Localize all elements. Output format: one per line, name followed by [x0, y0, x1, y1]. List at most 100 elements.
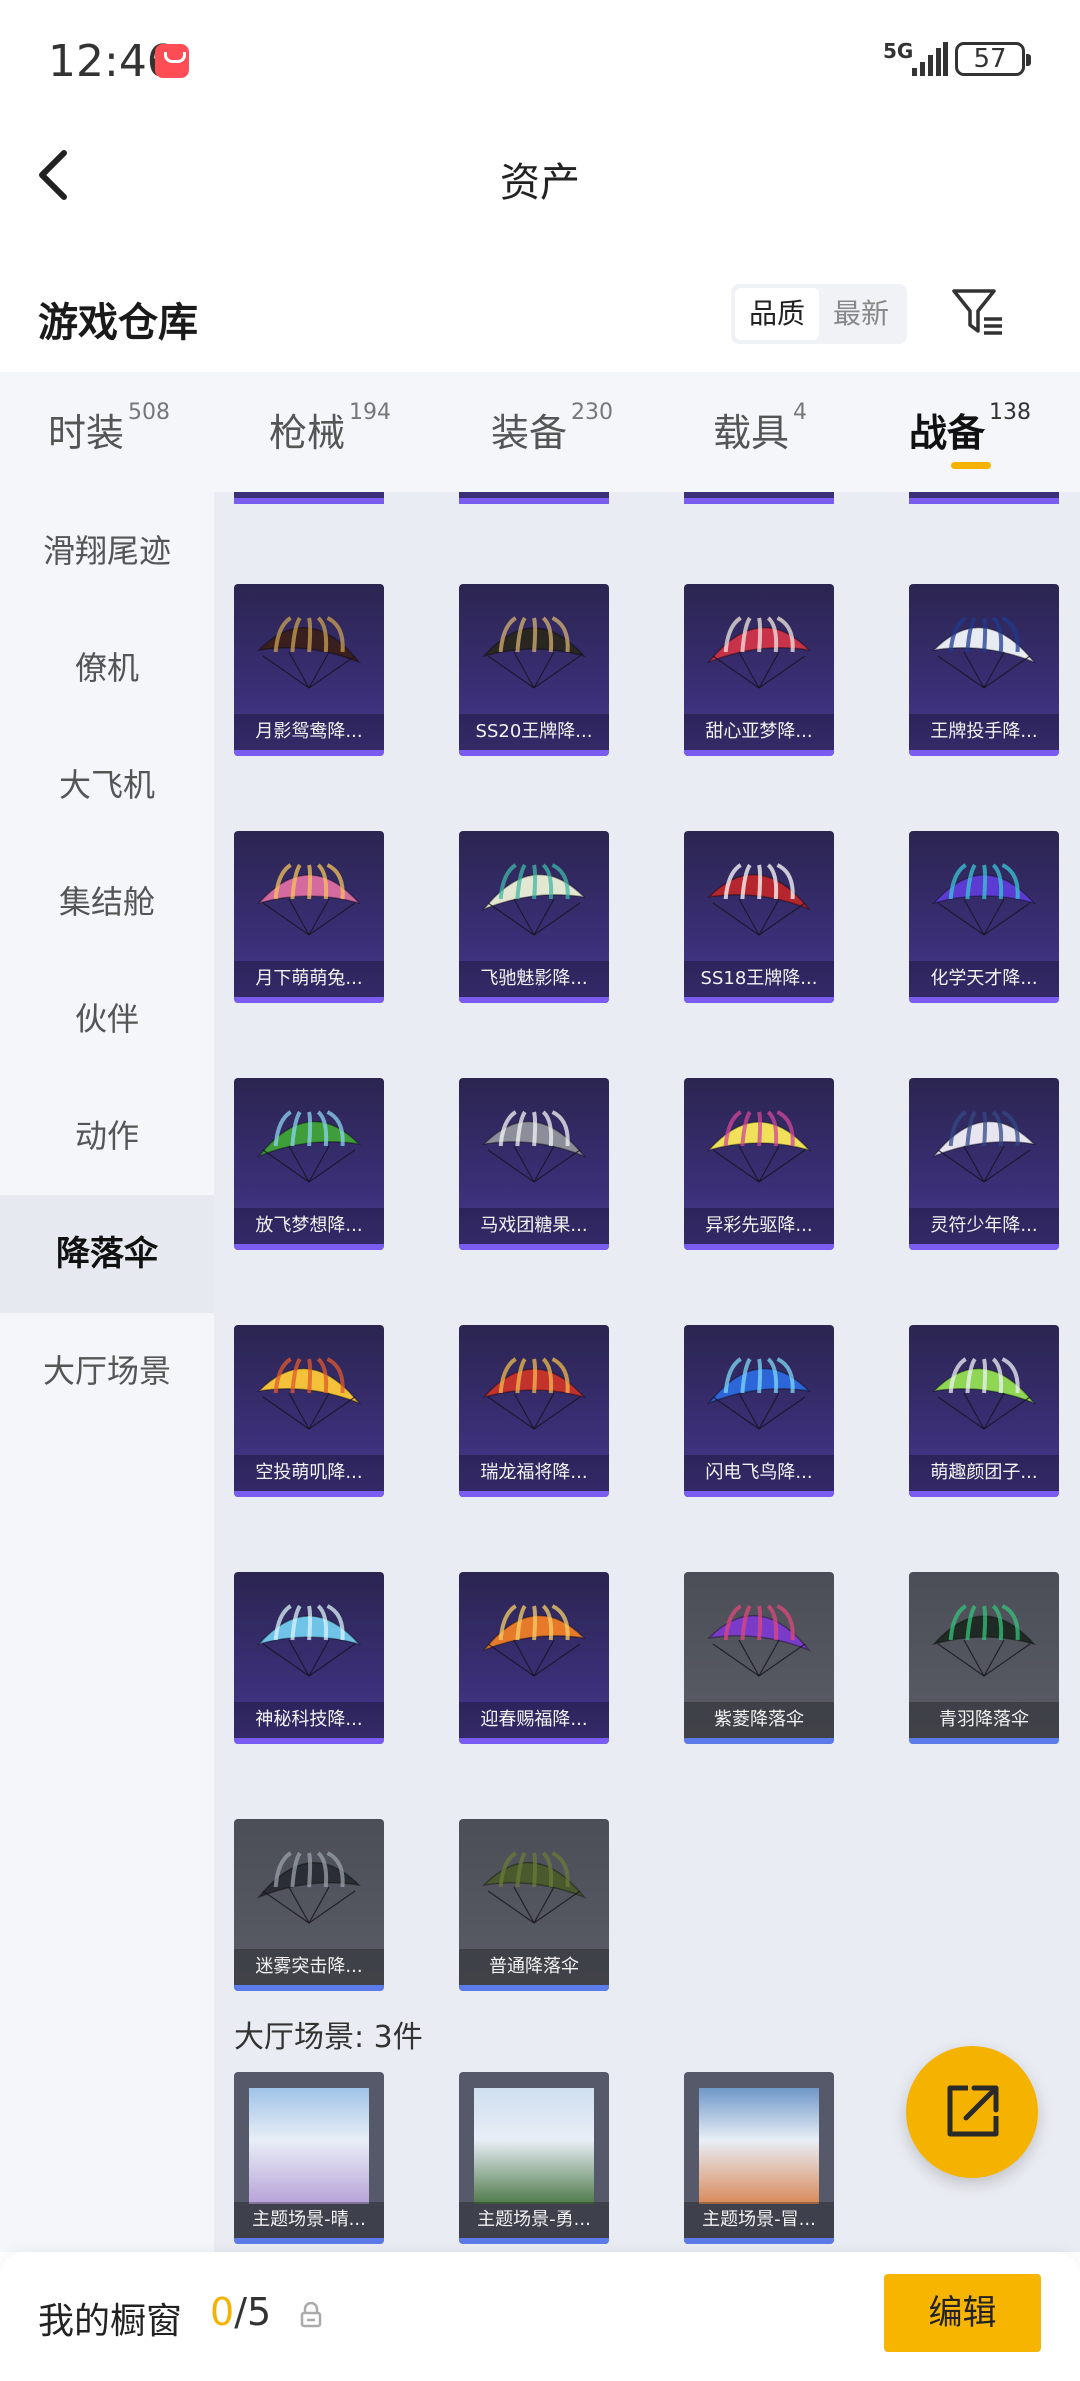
- card-label: 神秘科技降...: [234, 1702, 384, 1738]
- tab-guns[interactable]: 枪械 194: [269, 400, 391, 457]
- parachute-card[interactable]: SS18王牌降...: [684, 831, 834, 1003]
- sidebar: 滑翔尾迹 僚机 大飞机 集结舱 伙伴 动作 降落伞 大厅场景: [0, 492, 214, 2252]
- parachute-icon: [931, 1110, 1037, 1183]
- rarity-bar: [459, 750, 609, 756]
- card-label: 王牌投手降...: [909, 714, 1059, 750]
- battery-indicator: 57: [955, 42, 1031, 76]
- parachute-card[interactable]: 王牌投手降...: [909, 584, 1059, 756]
- parachute-card[interactable]: 神秘科技降...: [234, 1572, 384, 1744]
- parachute-card[interactable]: 异彩先驱降...: [684, 1078, 834, 1250]
- sidebar-item-assembly-pod[interactable]: 集结舱: [0, 843, 214, 961]
- sidebar-item-hall-scene[interactable]: 大厅场景: [0, 1312, 214, 1430]
- parachute-card[interactable]: 青羽降落伞: [909, 1572, 1059, 1744]
- hall-scene-card[interactable]: 主题场景-晴...: [234, 2072, 384, 2244]
- parachute-icon: [256, 616, 362, 689]
- scene-thumbnail: [249, 2088, 369, 2204]
- rarity-bar: [459, 1491, 609, 1497]
- rarity-bar: [909, 1244, 1059, 1250]
- partial-card[interactable]: [684, 492, 834, 506]
- parachute-card[interactable]: SS20王牌降...: [459, 584, 609, 756]
- parachute-card[interactable]: 萌趣颜团子...: [909, 1325, 1059, 1497]
- rarity-bar: [234, 750, 384, 756]
- parachute-card[interactable]: 闪电飞鸟降...: [684, 1325, 834, 1497]
- hall-scene-card[interactable]: 主题场景-冒...: [684, 2072, 834, 2244]
- rarity-bar: [909, 750, 1059, 756]
- card-label: 化学天才降...: [909, 961, 1059, 997]
- parachute-card[interactable]: 飞驰魅影降...: [459, 831, 609, 1003]
- parachute-card[interactable]: 迷雾突击降...: [234, 1819, 384, 1991]
- sidebar-item-emote[interactable]: 动作: [0, 1077, 214, 1195]
- tab-vehicles[interactable]: 载具 4: [713, 400, 807, 457]
- card-label: SS18王牌降...: [684, 961, 834, 997]
- card-label: 月下萌萌兔...: [234, 961, 384, 997]
- parachute-card[interactable]: 马戏团糖果...: [459, 1078, 609, 1250]
- tab-equipment[interactable]: 装备 230: [491, 400, 613, 457]
- sidebar-item-wingman[interactable]: 僚机: [0, 609, 214, 727]
- sort-toggle[interactable]: 品质 最新: [731, 284, 907, 344]
- card-label: 闪电飞鸟降...: [684, 1455, 834, 1491]
- parachute-card[interactable]: 空投萌叽降...: [234, 1325, 384, 1497]
- parachute-icon: [481, 1851, 587, 1924]
- sidebar-item-glide-trail[interactable]: 滑翔尾迹: [0, 492, 214, 610]
- parachute-icon: [481, 1110, 587, 1183]
- partial-card[interactable]: [234, 492, 384, 506]
- parachute-card[interactable]: 灵符少年降...: [909, 1078, 1059, 1250]
- tab-supplies[interactable]: 战备 138: [909, 400, 1031, 457]
- card-label: 青羽降落伞: [909, 1702, 1059, 1738]
- tab-fashion[interactable]: 时装 508: [48, 400, 170, 457]
- rarity-bar: [234, 1491, 384, 1497]
- rarity-bar: [459, 1244, 609, 1250]
- rarity-bar: [459, 1985, 609, 1991]
- sort-option-quality[interactable]: 品质: [735, 288, 819, 340]
- card-label: 异彩先驱降...: [684, 1208, 834, 1244]
- parachute-icon: [706, 1604, 812, 1677]
- parachute-card[interactable]: 月影鸳鸯降...: [234, 584, 384, 756]
- showcase-label: 我的橱窗: [38, 2301, 183, 2342]
- partial-card[interactable]: [909, 492, 1059, 506]
- parachute-icon: [706, 1110, 812, 1183]
- parachute-card[interactable]: 瑞龙福将降...: [459, 1325, 609, 1497]
- parachute-card[interactable]: 迎春赐福降...: [459, 1572, 609, 1744]
- parachute-card[interactable]: 月下萌萌兔...: [234, 831, 384, 1003]
- active-tab-indicator: [951, 462, 991, 469]
- parachute-card[interactable]: 紫菱降落伞: [684, 1572, 834, 1744]
- hall-scene-card[interactable]: 主题场景-勇...: [459, 2072, 609, 2244]
- shopping-bag-icon: [155, 44, 189, 78]
- lock-icon: [300, 2302, 322, 2328]
- sidebar-item-parachute[interactable]: 降落伞: [0, 1195, 214, 1313]
- sidebar-item-companion[interactable]: 伙伴: [0, 960, 214, 1078]
- parachute-card[interactable]: 甜心亚梦降...: [684, 584, 834, 756]
- parachute-icon: [931, 1604, 1037, 1677]
- scene-thumbnail: [474, 2088, 594, 2204]
- status-bar: 12:46 5G 57: [0, 0, 1080, 120]
- sort-option-latest[interactable]: 最新: [819, 288, 903, 340]
- showcase-bar: 我的橱窗 0/5 编辑: [0, 2252, 1080, 2381]
- rarity-bar: [684, 750, 834, 756]
- parachute-icon: [256, 1357, 362, 1430]
- card-label: 空投萌叽降...: [234, 1455, 384, 1491]
- parachute-icon: [256, 863, 362, 936]
- sidebar-item-big-plane[interactable]: 大飞机: [0, 726, 214, 844]
- rarity-bar: [684, 997, 834, 1003]
- parachute-icon: [256, 1110, 362, 1183]
- card-label: 灵符少年降...: [909, 1208, 1059, 1244]
- edit-button[interactable]: 编辑: [884, 2274, 1041, 2352]
- share-button[interactable]: [906, 2046, 1038, 2178]
- card-label: 萌趣颜团子...: [909, 1455, 1059, 1491]
- page-title: 资产: [500, 160, 580, 206]
- parachute-card[interactable]: 放飞梦想降...: [234, 1078, 384, 1250]
- card-label: 主题场景-勇...: [459, 2202, 609, 2238]
- rarity-bar: [459, 2238, 609, 2244]
- card-label: 月影鸳鸯降...: [234, 714, 384, 750]
- rarity-bar: [234, 997, 384, 1003]
- parachute-card[interactable]: 化学天才降...: [909, 831, 1059, 1003]
- rarity-bar: [684, 2238, 834, 2244]
- parachute-icon: [706, 1357, 812, 1430]
- rarity-bar: [684, 1738, 834, 1744]
- parachute-icon: [931, 1357, 1037, 1430]
- rarity-bar: [234, 2238, 384, 2244]
- parachute-card[interactable]: 普通降落伞: [459, 1819, 609, 1991]
- partial-card[interactable]: [459, 492, 609, 506]
- filter-icon[interactable]: [950, 285, 1006, 341]
- card-label: 普通降落伞: [459, 1949, 609, 1985]
